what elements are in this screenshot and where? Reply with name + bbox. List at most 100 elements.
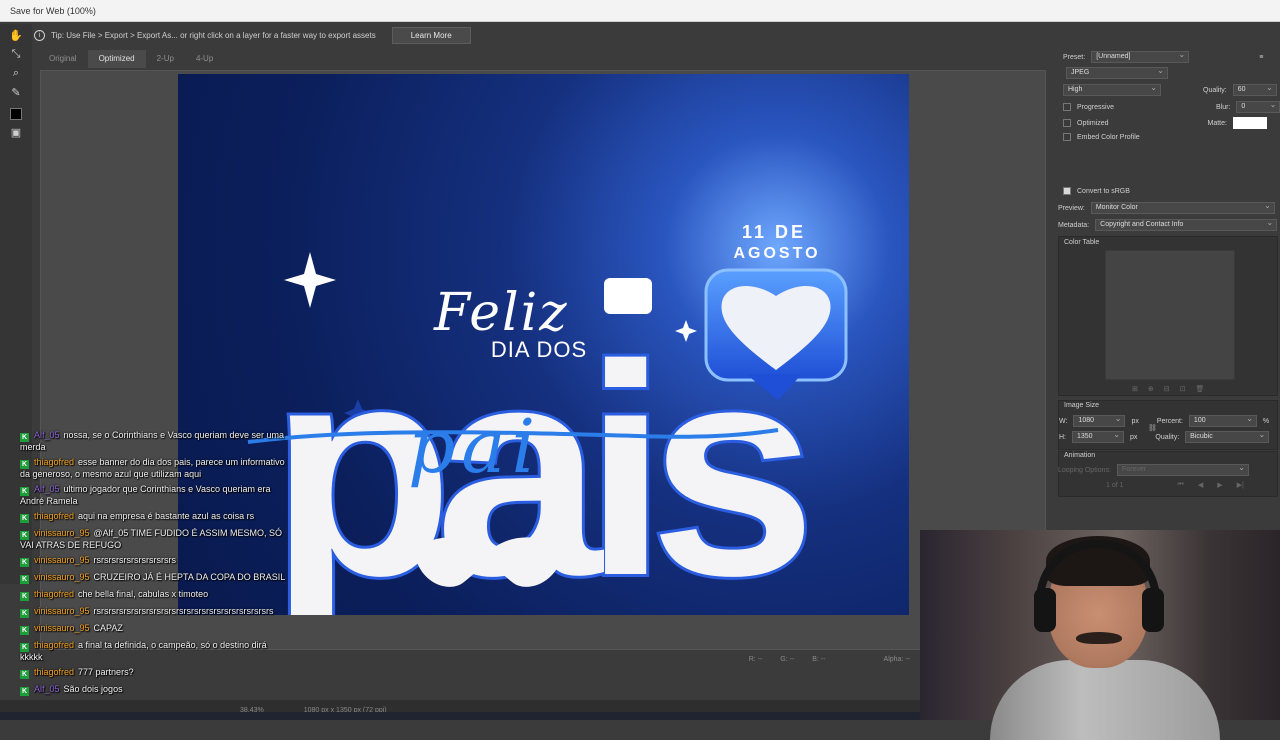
looping-select[interactable]: Forever [1116, 463, 1249, 476]
chat-message: Kvinissauro_95 @Alf_05 TIME FUDIDO É ASSI… [20, 528, 290, 550]
optimized-label: Optimized [1077, 119, 1109, 127]
progressive-checkbox[interactable] [1063, 103, 1071, 111]
chat-message: Kvinissauro_95 rsrsrsrsrsrsrsrsrsrsrs [20, 555, 290, 567]
percent-unit: % [1262, 417, 1270, 425]
delete-color-icon[interactable]: 🗑 [1196, 385, 1205, 393]
chat-message: Kthiagofred 777 partners? [20, 667, 290, 679]
eyedropper-icon[interactable]: ✎ [5, 84, 27, 100]
height-label: H: [1059, 433, 1066, 441]
prev-frame-icon[interactable]: ◀ [1198, 481, 1203, 489]
chat-username[interactable]: thiagofred [34, 640, 74, 650]
toggle-slices-icon[interactable]: ▣ [5, 124, 27, 140]
chat-username[interactable]: thiagofred [34, 457, 74, 467]
date-line-2: AGOSTO [733, 245, 820, 262]
tab-original[interactable]: Original [38, 50, 88, 68]
chat-badge-icon: K [20, 643, 29, 652]
chat-username[interactable]: vinissauro_95 [34, 555, 90, 565]
tab-2-up[interactable]: 2-Up [146, 50, 185, 68]
height-row: H: 1350 px Quality: Bicubic [1059, 430, 1270, 443]
headset-earcup-left [1034, 588, 1056, 632]
play-icon[interactable]: ▶ [1217, 481, 1222, 489]
chat-message: K Alf_05 ultimo jogador que Corinthians e … [20, 484, 290, 506]
quality-row: High Quality: 60 [1063, 83, 1277, 96]
chat-text: 777 partners? [78, 667, 134, 677]
chat-username[interactable]: thiagofred [34, 511, 74, 521]
percent-label: Percent: [1156, 417, 1183, 425]
panel-menu-icon[interactable]: ≡ [1259, 54, 1263, 61]
chat-message: K Alf_05 São dois jogos [20, 684, 290, 696]
chat-message: Kvinissauro_95 CRUZEIRO JÁ É HEPTA DA COP… [20, 572, 290, 584]
chat-username[interactable]: vinissauro_95 [34, 606, 90, 616]
add-color-icon[interactable]: ⊡ [1180, 385, 1186, 393]
blue-readout: B: -- [812, 656, 826, 663]
chat-username[interactable]: vinissauro_95 [34, 528, 90, 538]
link-dimensions-icon[interactable]: ⛓ [1148, 424, 1157, 432]
chat-message: Kthiagofred aqui na empresa é bastante az… [20, 511, 290, 523]
chat-username[interactable]: vinissauro_95 [34, 623, 90, 633]
web-shift-icon[interactable]: ⊕ [1148, 385, 1154, 393]
width-input[interactable]: 1080 [1073, 414, 1126, 427]
quality-input[interactable]: 60 [1232, 83, 1277, 96]
chat-message: K Alf_05 nossa, se o Corinthians e Vasco q… [20, 430, 290, 452]
color-table-header: Color Table [1064, 239, 1099, 246]
embed-profile-label: Embed Color Profile [1077, 133, 1140, 141]
date-line-1: 11 DE [742, 222, 806, 242]
lock-color-icon[interactable]: ⊟ [1164, 385, 1170, 393]
next-frame-icon[interactable]: ▶| [1237, 481, 1244, 489]
color-table-title: Color Table [1064, 239, 1100, 246]
quality-preset-select[interactable]: High [1063, 83, 1161, 96]
chat-badge-icon: K [20, 433, 29, 442]
first-frame-icon[interactable]: ⏮ [1178, 481, 1184, 489]
optimized-checkbox[interactable] [1063, 119, 1071, 127]
chat-badge-icon: K [20, 514, 29, 523]
zoom-tool-icon[interactable]: ⌕ [5, 65, 27, 81]
chat-username[interactable]: vinissauro_95 [34, 572, 90, 582]
hand-tool-icon[interactable]: ✋ [5, 27, 27, 43]
convert-srgb-row: Convert to sRGB [1063, 187, 1130, 195]
chat-username[interactable]: thiagofred [34, 589, 74, 599]
tab-4-up[interactable]: 4-Up [185, 50, 224, 68]
chat-badge-icon: K [20, 609, 29, 618]
slice-select-icon[interactable]: ⤡ [5, 46, 27, 62]
resample-quality-select[interactable]: Bicubic [1185, 430, 1270, 443]
embed-profile-checkbox[interactable] [1063, 133, 1071, 141]
learn-more-button[interactable]: Learn More [391, 26, 471, 44]
convert-srgb-checkbox[interactable] [1063, 187, 1071, 195]
chat-badge-icon: K [20, 592, 29, 601]
chat-text: rsrsrsrsrsrsrsrsrsrsrs [93, 555, 177, 565]
window-title: Save for Web (100%) [0, 0, 1280, 22]
tab-optimized[interactable]: Optimized [87, 50, 146, 68]
chat-badge-icon: K [20, 670, 29, 679]
animation-header: Animation [1064, 452, 1095, 459]
percent-input[interactable]: 100 [1188, 414, 1257, 427]
tip-bar: i Tip: Use File > Export > Export As... … [34, 24, 1054, 46]
chat-username[interactable]: Alf_05 [34, 484, 60, 494]
metadata-select[interactable]: Copyright and Contact Info [1095, 218, 1278, 231]
chat-badge-icon: K [20, 626, 29, 635]
color-table-grid[interactable] [1105, 250, 1235, 380]
chat-message: Kvinissauro_95 CAPAZ [20, 623, 290, 635]
preset-select[interactable]: [Unnamed] [1091, 50, 1190, 63]
preview-row: Preview: Monitor Color [1058, 201, 1275, 214]
progressive-row: Progressive Blur: 0 [1063, 100, 1280, 113]
matte-swatch[interactable] [1232, 117, 1267, 129]
chat-message: Kthiagofred che bella final, cabulas x ti… [20, 589, 290, 601]
chat-message: Kthiagofred esse banner do dia dos pais, … [20, 457, 290, 479]
format-select[interactable]: JPEG [1066, 66, 1168, 79]
eyedropper-color-swatch[interactable] [10, 108, 22, 120]
width-row: W: 1080 px Percent: 100 % [1059, 414, 1270, 427]
blur-input[interactable]: 0 [1236, 100, 1280, 113]
frame-controls: 1 of 1 ⏮ ◀ ▶ ▶| [1106, 481, 1244, 489]
chat-username[interactable]: thiagofred [34, 667, 74, 677]
chat-text: São dois jogos [63, 684, 123, 694]
chat-username[interactable]: Alf_05 [34, 684, 60, 694]
chat-username[interactable]: Alf_05 [34, 430, 60, 440]
image-size-header: Image Size [1064, 402, 1099, 409]
blur-label: Blur: [1215, 103, 1231, 111]
height-input[interactable]: 1350 [1072, 430, 1124, 443]
resample-quality-label: Quality: [1155, 433, 1180, 441]
preview-select[interactable]: Monitor Color [1090, 201, 1275, 214]
chat-message: Kvinissauro_95 rsrsrsrsrsrsrsrsrsrsrsrsrs… [20, 606, 290, 618]
map-color-icon[interactable]: ⊞ [1132, 385, 1138, 393]
chat-badge-icon: K [20, 531, 29, 540]
